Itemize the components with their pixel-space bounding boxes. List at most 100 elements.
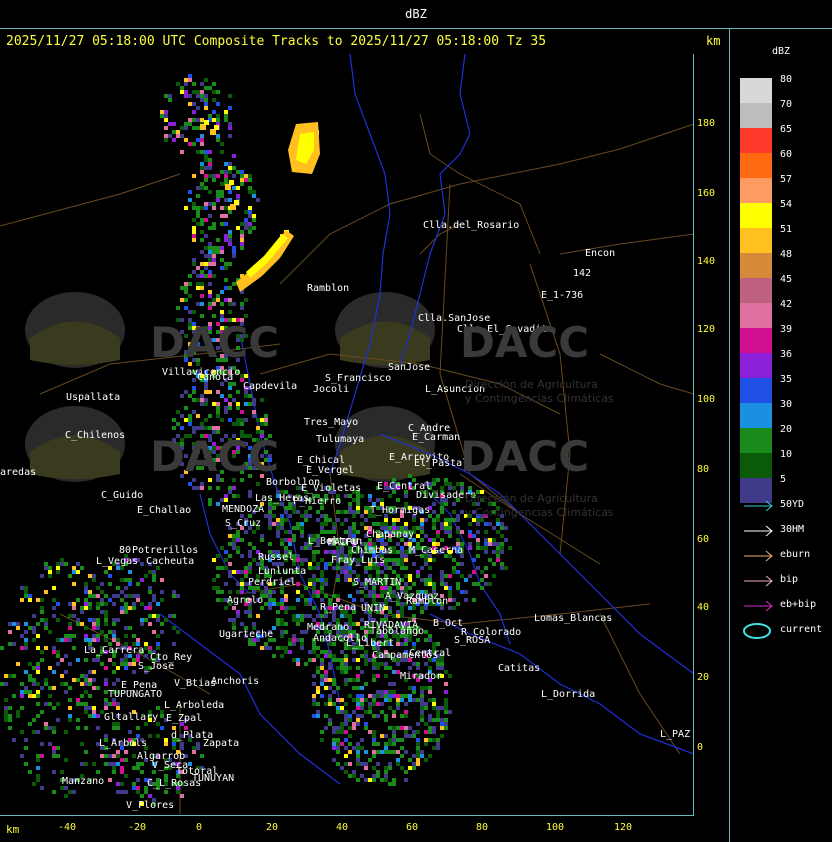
radar-echo	[340, 522, 344, 526]
legend-track-label: eb+bip	[780, 599, 817, 610]
radar-echo	[244, 374, 248, 378]
radar-echo	[188, 310, 192, 314]
radar-echo	[392, 778, 396, 782]
radar-echo	[364, 722, 368, 726]
radar-echo	[228, 562, 232, 566]
place-label: L_Dorrida	[541, 689, 596, 700]
radar-echo	[216, 486, 220, 490]
radar-echo	[432, 482, 436, 486]
radar-echo	[348, 494, 352, 498]
radar-echo	[8, 630, 12, 634]
radar-echo	[148, 586, 152, 590]
radar-echo	[80, 762, 84, 766]
radar-echo	[416, 698, 420, 702]
radar-echo	[416, 722, 420, 726]
place-label: E_Violetas	[301, 483, 362, 494]
radar-echo	[40, 786, 44, 790]
legend-track-label: eburn	[780, 549, 811, 560]
radar-echo	[112, 762, 116, 766]
radar-echo	[68, 790, 72, 794]
y-tick-label: 140	[697, 256, 716, 267]
place-label: Gltallary	[104, 712, 159, 723]
radar-echo	[236, 530, 240, 534]
radar-echo	[68, 634, 72, 638]
radar-echo	[404, 710, 408, 714]
radar-echo	[388, 762, 392, 766]
radar-echo	[460, 590, 464, 594]
radar-echo	[32, 694, 36, 698]
radar-echo	[228, 402, 232, 406]
radar-echo	[52, 726, 56, 730]
radar-echo	[500, 566, 504, 570]
radar-echo	[496, 554, 500, 558]
radar-echo	[252, 622, 256, 626]
place-label: Fray_Luis	[331, 555, 386, 566]
radar-echo	[172, 138, 176, 142]
radar-echo	[392, 522, 396, 526]
radar-echo	[36, 778, 40, 782]
radar-echo	[28, 598, 32, 602]
radar-echo	[428, 634, 432, 638]
radar-echo	[104, 618, 108, 622]
radar-echo	[192, 750, 196, 754]
radar-echo	[48, 566, 52, 570]
radar-echo	[224, 162, 228, 166]
radar-echo	[380, 590, 384, 594]
radar-echo	[368, 702, 372, 706]
radar-echo	[348, 502, 352, 506]
place-label: La_Carrera	[84, 645, 145, 656]
place-label: Anchoris	[211, 676, 260, 687]
radar-echo	[276, 618, 280, 622]
radar-echo	[280, 590, 284, 594]
radar-echo	[124, 602, 128, 606]
radar-echo	[476, 538, 480, 542]
radar-echo	[312, 586, 316, 590]
place-label: 80	[119, 545, 132, 556]
radar-echo	[44, 678, 48, 682]
radar-echo	[304, 558, 308, 562]
radar-echo	[284, 510, 288, 514]
place-label: Zapata	[203, 738, 240, 749]
radar-echo	[100, 602, 104, 606]
radar-echo	[232, 250, 236, 254]
radar-echo	[416, 738, 420, 742]
radar-echo	[444, 574, 448, 578]
radar-echo	[60, 638, 64, 642]
radar-echo	[320, 530, 324, 534]
radar-echo	[184, 82, 188, 86]
radar-echo	[428, 566, 432, 570]
radar-echo	[68, 698, 72, 702]
radar-echo	[336, 658, 340, 662]
radar-echo	[424, 562, 428, 566]
radar-echo	[32, 638, 36, 642]
radar-echo	[52, 650, 56, 654]
radar-echo	[456, 538, 460, 542]
radar-echo	[208, 270, 212, 274]
radar-echo	[372, 774, 376, 778]
radar-echo	[396, 614, 400, 618]
radar-echo	[224, 298, 228, 302]
radar-echo	[416, 742, 420, 746]
radar-echo	[244, 178, 248, 182]
radar-echo	[84, 582, 88, 586]
radar-echo	[196, 94, 200, 98]
radar-echo	[300, 526, 304, 530]
radar-echo	[236, 226, 240, 230]
radar-echo	[88, 714, 92, 718]
radar-echo	[440, 510, 444, 514]
radar-echo	[400, 554, 404, 558]
radar-echo	[388, 750, 392, 754]
radar-echo	[76, 658, 80, 662]
radar-echo	[28, 594, 32, 598]
radar-echo	[384, 746, 388, 750]
radar-echo	[204, 402, 208, 406]
radar-echo	[380, 694, 384, 698]
radar-echo	[0, 682, 4, 686]
radar-echo	[364, 662, 368, 666]
radar-echo	[188, 274, 192, 278]
radar-echo	[404, 566, 408, 570]
radar-echo	[276, 602, 280, 606]
radar-echo	[200, 182, 204, 186]
radar-echo	[108, 702, 112, 706]
radar-echo	[228, 170, 232, 174]
